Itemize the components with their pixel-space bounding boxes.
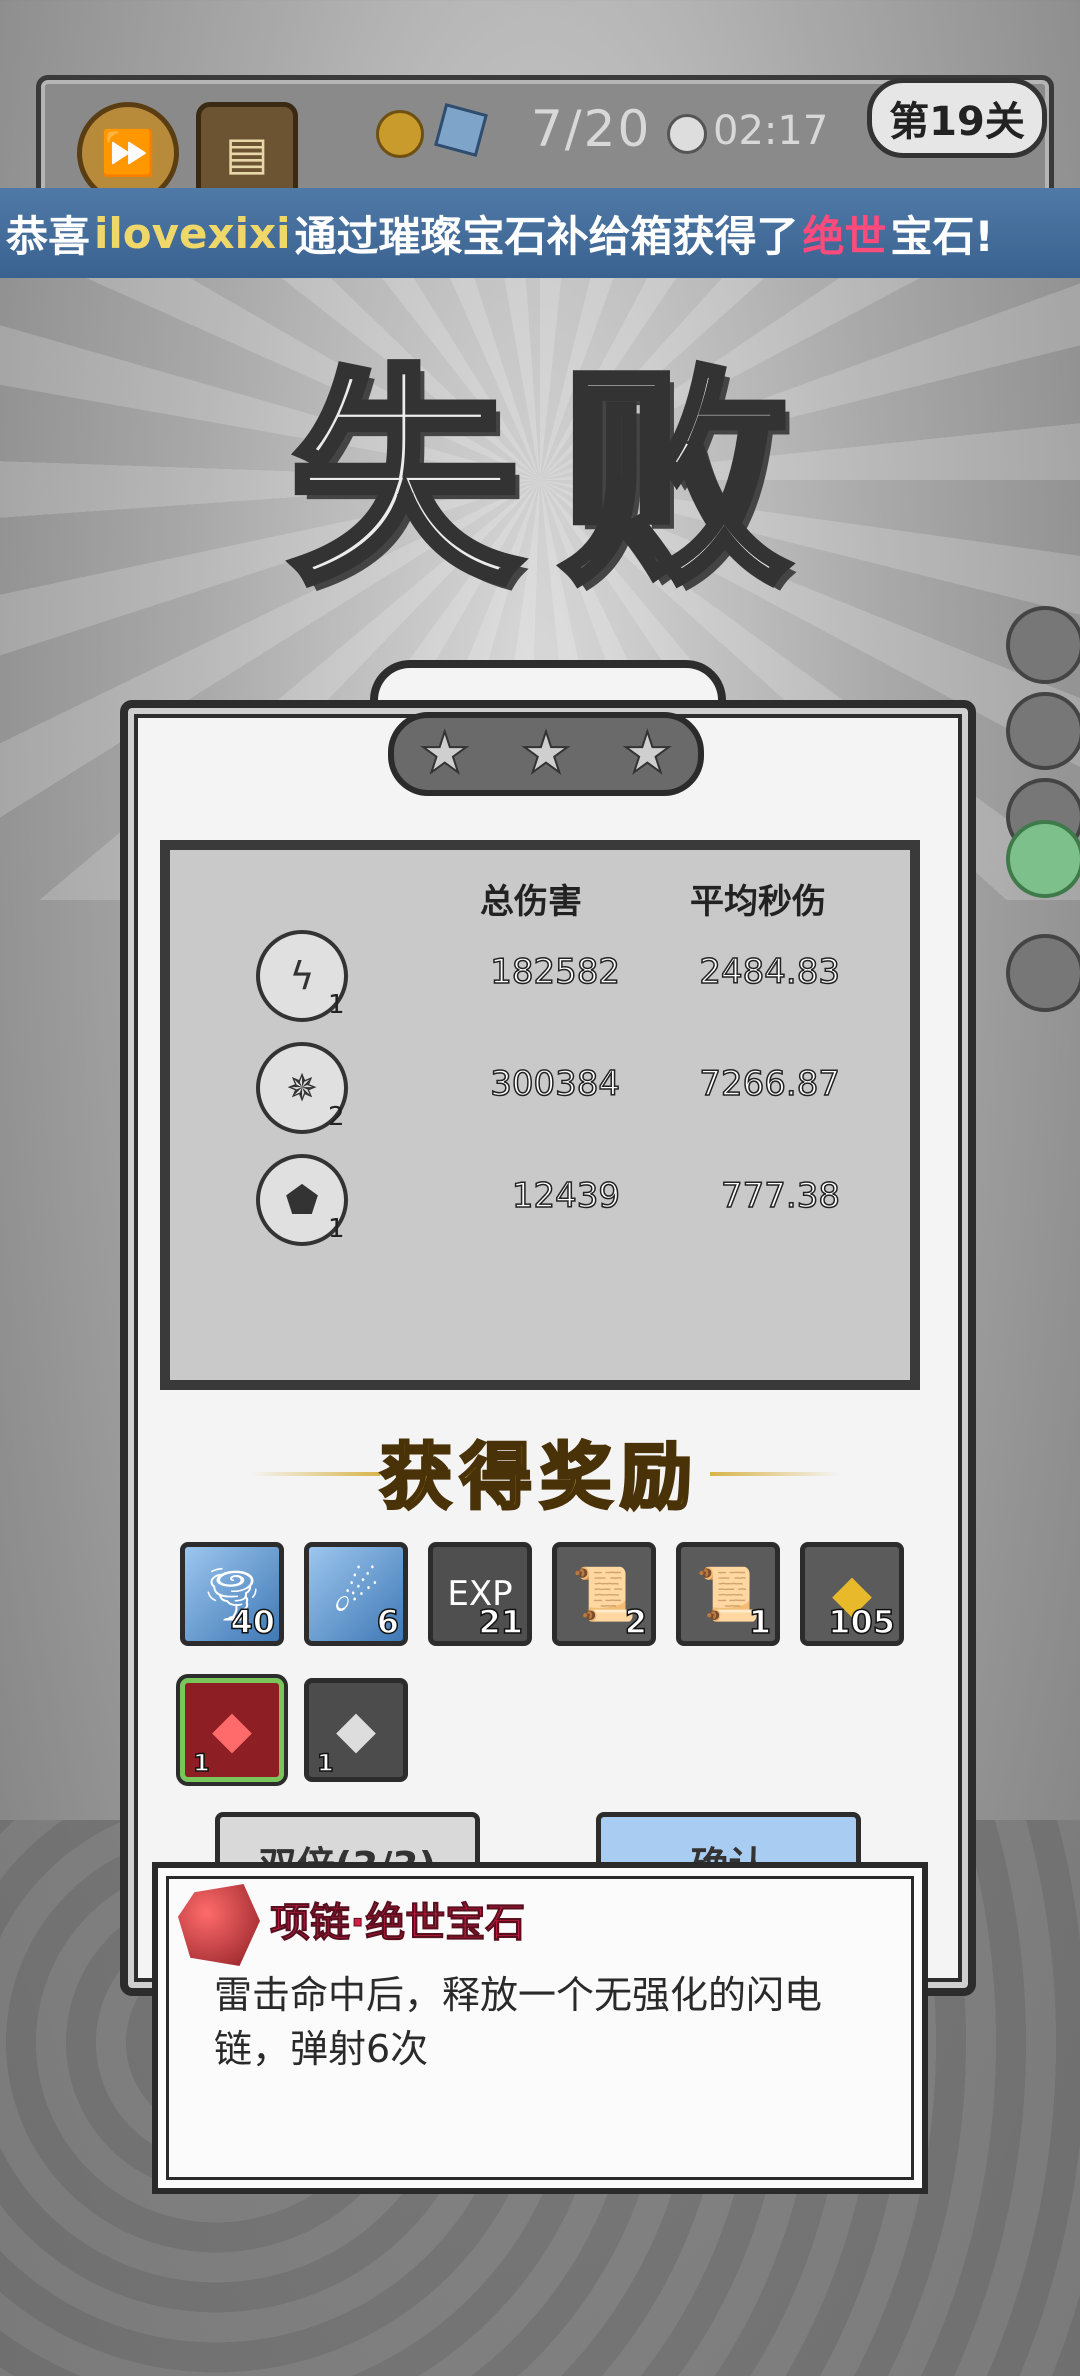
side-tower-slot[interactable] bbox=[1006, 934, 1080, 1012]
item-count: 21 bbox=[478, 1602, 524, 1642]
total-damage-value: 300384 bbox=[489, 1063, 620, 1105]
damage-stats-table: 总伤害 平均秒伤 ϟ 1 182582 2484.83 ✵ 2 300384 7… bbox=[160, 840, 920, 1390]
table-row: ⬟ 1 12439 777.38 bbox=[170, 1154, 910, 1254]
reward-item-tornado-card[interactable]: 🌪 40 bbox=[180, 1542, 284, 1646]
reward-item-scroll-red[interactable]: 📜 2 bbox=[552, 1542, 656, 1646]
reward-item-scroll-orange[interactable]: 📜 1 bbox=[676, 1542, 780, 1646]
clock-icon bbox=[667, 114, 707, 154]
coin-icon bbox=[376, 110, 424, 158]
timer: 02:17 bbox=[713, 108, 829, 154]
star-icon: ★ bbox=[419, 721, 471, 786]
fast-forward-icon: ⏩ bbox=[100, 128, 156, 179]
reward-item-meteor-card[interactable]: ☄ 6 bbox=[304, 1542, 408, 1646]
star-icon: ★ bbox=[621, 721, 673, 786]
banner-rarity: 绝世 bbox=[802, 211, 887, 261]
side-tower-slot[interactable] bbox=[1006, 692, 1080, 770]
avg-dps-value: 2484.83 bbox=[699, 951, 841, 993]
red-gem-icon bbox=[178, 1884, 260, 1966]
red-gem-icon: ◆ bbox=[212, 1700, 252, 1760]
side-tower-slot[interactable] bbox=[1006, 606, 1080, 684]
header-avg-dps: 平均秒伤 bbox=[690, 882, 826, 922]
banner-suffix: 宝石! bbox=[890, 211, 994, 261]
item-count: 105 bbox=[827, 1602, 895, 1642]
table-row: ✵ 2 300384 7266.87 bbox=[170, 1042, 910, 1142]
white-gem-icon: ◆ bbox=[336, 1700, 376, 1760]
reward-item-exp[interactable]: EXP 21 bbox=[428, 1542, 532, 1646]
total-damage-value: 182582 bbox=[489, 951, 620, 993]
side-chat-button[interactable] bbox=[1006, 820, 1080, 898]
table-row: ϟ 1 182582 2484.83 bbox=[170, 930, 910, 1030]
rewards-title: 获得奖励 bbox=[378, 1432, 700, 1520]
total-damage-value: 12439 bbox=[511, 1175, 621, 1217]
level-badge: 第19关 bbox=[867, 78, 1047, 158]
star-icon: ★ bbox=[520, 721, 572, 786]
item-count: 1 bbox=[748, 1602, 772, 1642]
announcement-banner: 恭喜 ilovexixi 通过璀璨宝石补给箱获得了 绝世 宝石! bbox=[0, 188, 1080, 278]
failure-title-char-1: 失 bbox=[286, 341, 524, 619]
reward-item-red-gem[interactable]: ◆ 1 bbox=[180, 1678, 284, 1782]
failure-title-char-2: 败 bbox=[556, 341, 794, 619]
banner-username: ilovexixi bbox=[94, 208, 291, 258]
item-tooltip: 项链·绝世宝石 雷击命中后，释放一个无强化的闪电链，弹射6次 bbox=[152, 1862, 928, 2194]
banner-prefix: 恭喜 bbox=[6, 211, 91, 261]
tooltip-title: 项链·绝世宝石 bbox=[269, 1900, 526, 1947]
item-count: 1 bbox=[192, 1748, 210, 1778]
tooltip-description: 雷击命中后，释放一个无强化的闪电链，弹射6次 bbox=[214, 1973, 823, 2071]
skill-level: 1 bbox=[328, 1214, 345, 1244]
item-count: 1 bbox=[316, 1748, 334, 1778]
gem-icon bbox=[434, 103, 488, 157]
wave-counter: 7/20 bbox=[531, 100, 652, 158]
chest-icon: ▤ bbox=[225, 126, 269, 180]
star-rating: ★ ★ ★ bbox=[388, 712, 704, 796]
item-count: 2 bbox=[624, 1602, 648, 1642]
header-total-damage: 总伤害 bbox=[480, 882, 582, 922]
banner-middle: 通过璀璨宝石补给箱获得了 bbox=[294, 211, 799, 261]
skill-level: 2 bbox=[328, 1102, 345, 1132]
reward-item-white-gem[interactable]: ◆ 1 bbox=[304, 1678, 408, 1782]
reward-item-gold-coin[interactable]: ◆ 105 bbox=[800, 1542, 904, 1646]
avg-dps-value: 7266.87 bbox=[699, 1063, 841, 1105]
failure-title: 失 败 bbox=[270, 330, 810, 619]
skill-level: 1 bbox=[328, 990, 345, 1020]
item-count: 40 bbox=[230, 1602, 276, 1642]
meteor-icon: ☄ bbox=[332, 1564, 380, 1624]
avg-dps-value: 777.38 bbox=[720, 1175, 840, 1217]
item-count: 6 bbox=[376, 1602, 400, 1642]
